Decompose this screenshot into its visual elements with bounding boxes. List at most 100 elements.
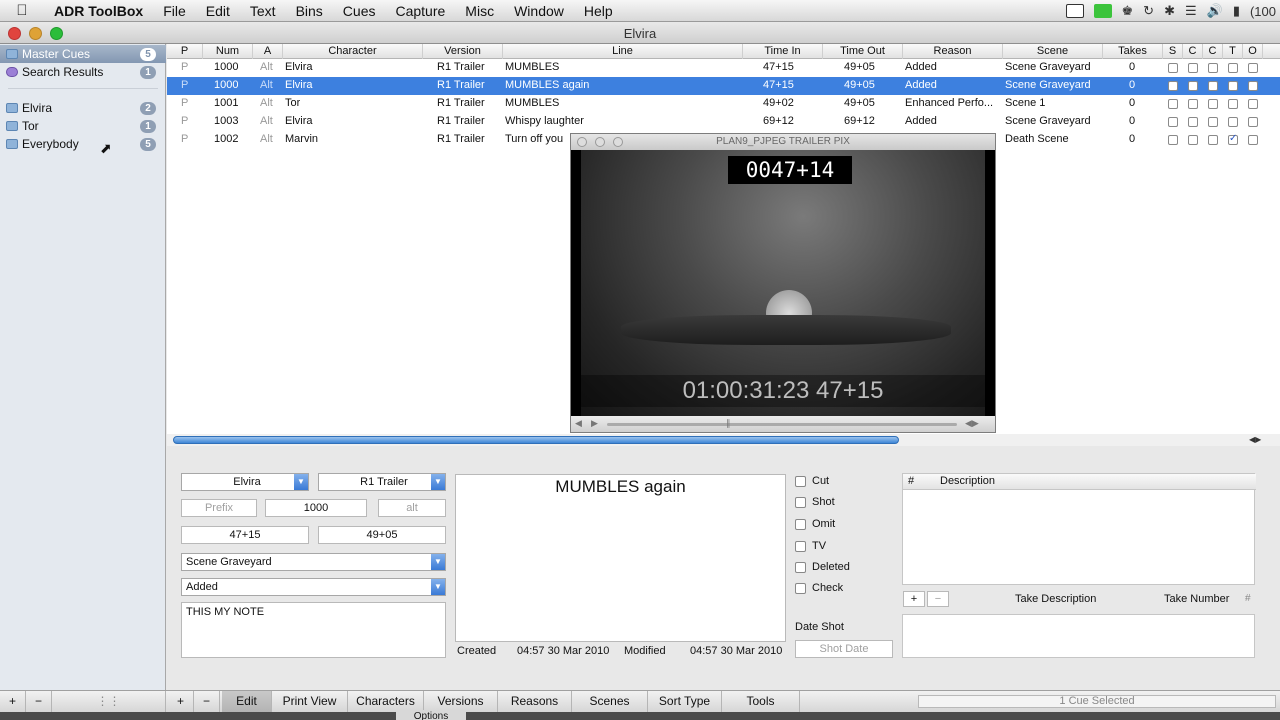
options-button[interactable]: Options [396,710,466,720]
col-header-scene[interactable]: Scene [1003,44,1103,59]
cue-remove-button[interactable]: − [194,691,220,713]
checkbox-o[interactable] [1248,81,1258,91]
tab-print-view[interactable]: Print View [272,691,348,713]
col-header-version[interactable]: Version [423,44,503,59]
col-header-character[interactable]: Character [283,44,423,59]
robot-icon[interactable]: ♚ [1122,3,1134,19]
checkbox-s[interactable] [1168,99,1178,109]
menu-text[interactable]: Text [240,3,286,19]
checkbox-s[interactable] [1168,63,1178,73]
sidebar-item-elvira[interactable]: Elvira 2 [0,99,166,117]
volume-icon[interactable]: ◀ [575,418,582,429]
checkbox-c1[interactable] [1188,81,1198,91]
prefix-field[interactable]: Prefix [181,499,257,517]
col-header-takes[interactable]: Takes [1103,44,1163,59]
reason-popup[interactable]: Added ▼ [181,578,446,596]
col-header-s[interactable]: S [1163,44,1183,59]
col-header-o[interactable]: O [1243,44,1263,59]
checkbox-box[interactable] [795,518,806,530]
sidebar-item-everybody[interactable]: Everybody 5 [0,135,166,153]
play-icon[interactable]: ▶ [591,418,598,429]
remove-take-button[interactable]: − [927,591,949,607]
green-status-icon[interactable] [1093,4,1112,18]
checkbox-deleted[interactable]: Deleted [795,559,850,575]
checkbox-c1[interactable] [1188,63,1198,73]
checkbox-c2[interactable] [1208,99,1218,109]
menu-window[interactable]: Window [504,3,574,19]
tab-reasons[interactable]: Reasons [498,691,572,713]
line-text-area[interactable]: MUMBLES again [455,474,786,642]
apple-menu-icon[interactable]:  [0,2,44,19]
table-row[interactable]: P 1000 Alt Elvira R1 Trailer MUMBLES 47+… [167,59,1280,77]
checkbox-c2[interactable] [1208,117,1218,127]
checkbox-box[interactable] [795,496,806,508]
table-row[interactable]: P 1003 Alt Elvira R1 Trailer Whispy laug… [167,113,1280,131]
time-machine-icon[interactable]: ↻ [1143,3,1154,19]
col-header-time-out[interactable]: Time Out [823,44,903,59]
battery-percent[interactable]: (100 [1250,4,1276,19]
time-in-field[interactable]: 47+15 [181,526,309,544]
number-field[interactable]: 1000 [265,499,367,517]
sidebar-item-master-cues[interactable]: Master Cues 5 [0,45,166,63]
col-header-t[interactable]: T [1223,44,1243,59]
checkbox-o[interactable] [1248,117,1258,127]
scroll-left-icon[interactable]: ◀▶ [1249,435,1261,444]
cue-add-button[interactable]: + [168,691,194,713]
menu-bins[interactable]: Bins [286,3,333,19]
sidebar-add-button[interactable]: + [0,691,26,713]
bluetooth-icon[interactable]: ✱ [1164,3,1175,19]
checkbox-s[interactable] [1168,117,1178,127]
takes-list[interactable] [902,614,1255,658]
step-icon[interactable]: ◀▶ [965,418,979,429]
checkbox-box[interactable] [795,475,806,487]
col-header-c1[interactable]: C [1183,44,1203,59]
video-minimize-button[interactable] [595,137,605,147]
col-header-p[interactable]: P [167,44,203,59]
col-header-c2[interactable]: C [1203,44,1223,59]
checkbox-c2[interactable] [1208,135,1218,145]
alt-field[interactable]: alt [378,499,446,517]
video-scrubber[interactable] [607,423,957,426]
note-textarea[interactable]: THIS MY NOTE [181,602,446,658]
checkbox-c2[interactable] [1208,63,1218,73]
menu-file[interactable]: File [153,3,196,19]
checkbox-t[interactable] [1228,117,1238,127]
col-header-num[interactable]: Num [203,44,253,59]
filmstrip-icon[interactable] [1065,4,1084,18]
checkbox-c1[interactable] [1188,99,1198,109]
wifi-icon[interactable]: ☰ [1185,3,1197,19]
video-zoom-button[interactable] [613,137,623,147]
checkbox-o[interactable] [1248,135,1258,145]
table-row-selected[interactable]: P 1000 Alt Elvira R1 Trailer MUMBLES aga… [167,77,1280,95]
checkbox-cut[interactable]: Cut [795,473,829,489]
checkbox-box[interactable] [795,582,806,594]
tab-sort-type[interactable]: Sort Type [648,691,722,713]
checkbox-t[interactable] [1228,81,1238,91]
tab-tools[interactable]: Tools [722,691,800,713]
volume-icon[interactable]: 🔊 [1207,3,1223,19]
app-menu[interactable]: ADR ToolBox [44,3,153,19]
checkbox-c2[interactable] [1208,81,1218,91]
checkbox-check[interactable]: Check [795,580,843,596]
scene-popup[interactable]: Scene Graveyard ▼ [181,553,446,571]
checkbox-shot[interactable]: Shot [795,494,835,510]
sidebar-resize-handle[interactable]: ⋮⋮ [52,691,166,713]
menu-misc[interactable]: Misc [455,3,504,19]
checkbox-t[interactable] [1228,63,1238,73]
tab-edit[interactable]: Edit [222,691,272,713]
checkbox-omit[interactable]: Omit [795,516,835,532]
playhead-icon[interactable]: ∥ [726,418,731,429]
time-out-field[interactable]: 49+05 [318,526,446,544]
checkbox-tv[interactable]: TV [795,538,826,554]
battery-icon[interactable]: ▮ [1233,3,1240,19]
checkbox-s[interactable] [1168,81,1178,91]
col-header-line[interactable]: Line [503,44,743,59]
sidebar-item-search-results[interactable]: Search Results 1 [0,63,166,81]
checkbox-box[interactable] [795,561,806,573]
menu-cues[interactable]: Cues [333,3,386,19]
video-window[interactable]: PLAN9_PJPEG TRAILER PIX 0047+14 01:00:31… [570,133,996,433]
add-take-button[interactable]: + [903,591,925,607]
video-close-button[interactable] [577,137,587,147]
checkbox-box[interactable] [795,540,806,552]
table-row[interactable]: P 1001 Alt Tor R1 Trailer MUMBLES 49+02 … [167,95,1280,113]
